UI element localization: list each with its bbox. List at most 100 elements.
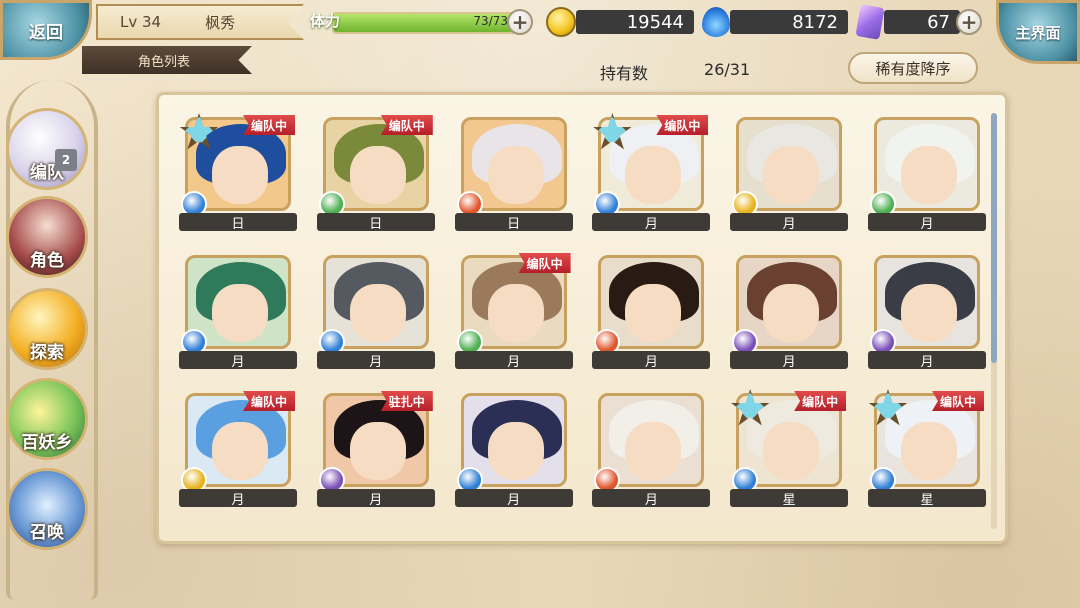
- character-card[interactable]: 编队中星: [867, 389, 986, 509]
- add-gems-button[interactable]: +: [956, 9, 982, 35]
- character-card[interactable]: 日: [454, 115, 573, 233]
- gold-coin-icon: [546, 7, 576, 37]
- rank-label: 月: [867, 351, 986, 370]
- grid-scroll-thumb[interactable]: [991, 113, 997, 363]
- character-grid-panel: 编队中日编队中日日编队中月月月月月编队中月月月月编队中月驻扎中月月月编队中星编队…: [156, 92, 1008, 544]
- character-card[interactable]: 月: [316, 253, 435, 371]
- add-stamina-button[interactable]: +: [507, 9, 533, 35]
- character-card[interactable]: 编队中日: [316, 115, 435, 233]
- status-badge: 编队中: [656, 115, 709, 135]
- stamina-bar: 体力 73/73: [306, 8, 536, 36]
- portrait-face: [212, 422, 268, 480]
- rank-label: 日: [316, 213, 435, 232]
- character-card[interactable]: 月: [730, 115, 849, 233]
- sidebar-item-label: 百妖乡: [21, 433, 73, 453]
- rank-label: 日: [454, 213, 573, 232]
- character-card[interactable]: 驻扎中月: [316, 391, 435, 509]
- rank-label: 月: [730, 351, 849, 370]
- sort-button[interactable]: 稀有度降序: [848, 52, 978, 84]
- rank-label: 月: [592, 213, 711, 232]
- sidebar-item-village[interactable]: 百妖乡: [6, 378, 88, 460]
- rank-label: 星: [730, 489, 849, 508]
- character-card[interactable]: 编队中星: [730, 389, 849, 509]
- portrait-face: [763, 284, 820, 342]
- gem-amount: 67: [884, 10, 960, 34]
- sidebar-item-explore[interactable]: 探索: [6, 288, 88, 370]
- status-badge: 编队中: [794, 391, 847, 411]
- spirit-amount: 8172: [730, 10, 848, 34]
- status-badge: 编队中: [242, 115, 295, 135]
- rank-label: 星: [867, 489, 986, 508]
- rank-label: 月: [454, 489, 573, 508]
- gem-value: 67: [927, 11, 950, 33]
- character-card[interactable]: 月: [730, 253, 849, 371]
- portrait-face: [900, 146, 957, 204]
- portrait-face: [349, 422, 406, 480]
- portrait-face: [349, 284, 406, 342]
- character-card[interactable]: 月: [867, 115, 986, 233]
- sidebar-item-label: 探索: [30, 343, 64, 363]
- portrait-face: [900, 422, 957, 480]
- tab-character-list-label: 角色列表: [138, 54, 191, 70]
- status-badge: 编队中: [931, 391, 984, 411]
- rank-label: 月: [179, 489, 297, 508]
- home-button-label: 主界面: [1015, 23, 1061, 42]
- sidebar-item-label: 召唤: [30, 523, 64, 543]
- rank-label: 月: [592, 489, 711, 508]
- grid-scrollbar[interactable]: [991, 113, 997, 529]
- portrait-face: [487, 146, 544, 204]
- portrait-face: [625, 422, 682, 480]
- character-card[interactable]: 月: [179, 253, 297, 371]
- status-badge: 驻扎中: [380, 391, 433, 411]
- sidebar-item-characters[interactable]: 角色: [6, 196, 88, 278]
- rank-label: 月: [316, 351, 435, 370]
- spirit-flame-icon: [702, 7, 730, 37]
- player-name: 枫秀: [205, 13, 236, 32]
- portrait-face: [763, 146, 820, 204]
- character-card[interactable]: 月: [867, 253, 986, 371]
- status-badge: 编队中: [242, 391, 295, 411]
- rank-label: 月: [454, 351, 573, 370]
- character-card[interactable]: 编队中月: [179, 391, 297, 509]
- stamina-label: 体力: [310, 12, 341, 30]
- stamina-value: 73/73: [473, 14, 508, 28]
- rank-label: 日: [179, 213, 297, 232]
- sidebar-item-team[interactable]: 2 编队: [6, 108, 88, 190]
- character-card[interactable]: 编队中日: [179, 113, 297, 233]
- back-button-label: 返回: [29, 22, 63, 43]
- portrait-face: [487, 422, 544, 480]
- portrait-face: [212, 284, 268, 342]
- portrait-face: [900, 284, 957, 342]
- character-card[interactable]: 月: [454, 391, 573, 509]
- rank-label: 月: [316, 489, 435, 508]
- rank-label: 月: [730, 213, 849, 232]
- portrait-face: [763, 422, 820, 480]
- owned-label: 持有数: [600, 64, 649, 83]
- owned-value: 26/31: [704, 60, 751, 79]
- character-card[interactable]: 编队中月: [454, 253, 573, 371]
- portrait-face: [349, 146, 406, 204]
- character-card[interactable]: 月: [592, 391, 711, 509]
- status-badge: 编队中: [518, 253, 571, 273]
- character-card[interactable]: 月: [592, 253, 711, 371]
- owned-count: 持有数 26/31: [600, 60, 750, 84]
- sidebar-item-summon[interactable]: 召唤: [6, 468, 88, 550]
- rank-label: 月: [867, 213, 986, 232]
- tab-character-list[interactable]: 角色列表: [82, 46, 252, 74]
- portrait-face: [625, 146, 682, 204]
- player-level: Lv 34: [120, 13, 162, 31]
- portrait-face: [212, 146, 268, 204]
- team-count-badge: 2: [55, 149, 77, 171]
- spirit-value: 8172: [792, 11, 838, 33]
- gold-value: 19544: [626, 11, 684, 33]
- gold-amount: 19544: [576, 10, 694, 34]
- sidebar-item-label: 角色: [30, 251, 64, 271]
- player-info-plate: Lv 34 枫秀: [96, 4, 304, 40]
- status-badge: 编队中: [380, 115, 433, 135]
- sort-button-label: 稀有度降序: [875, 59, 951, 78]
- portrait-face: [625, 284, 682, 342]
- character-grid: 编队中日编队中日日编队中月月月月月编队中月月月月编队中月驻扎中月月月编队中星编队…: [179, 113, 989, 509]
- rank-label: 月: [179, 351, 297, 370]
- rank-label: 月: [592, 351, 711, 370]
- character-card[interactable]: 编队中月: [592, 113, 711, 233]
